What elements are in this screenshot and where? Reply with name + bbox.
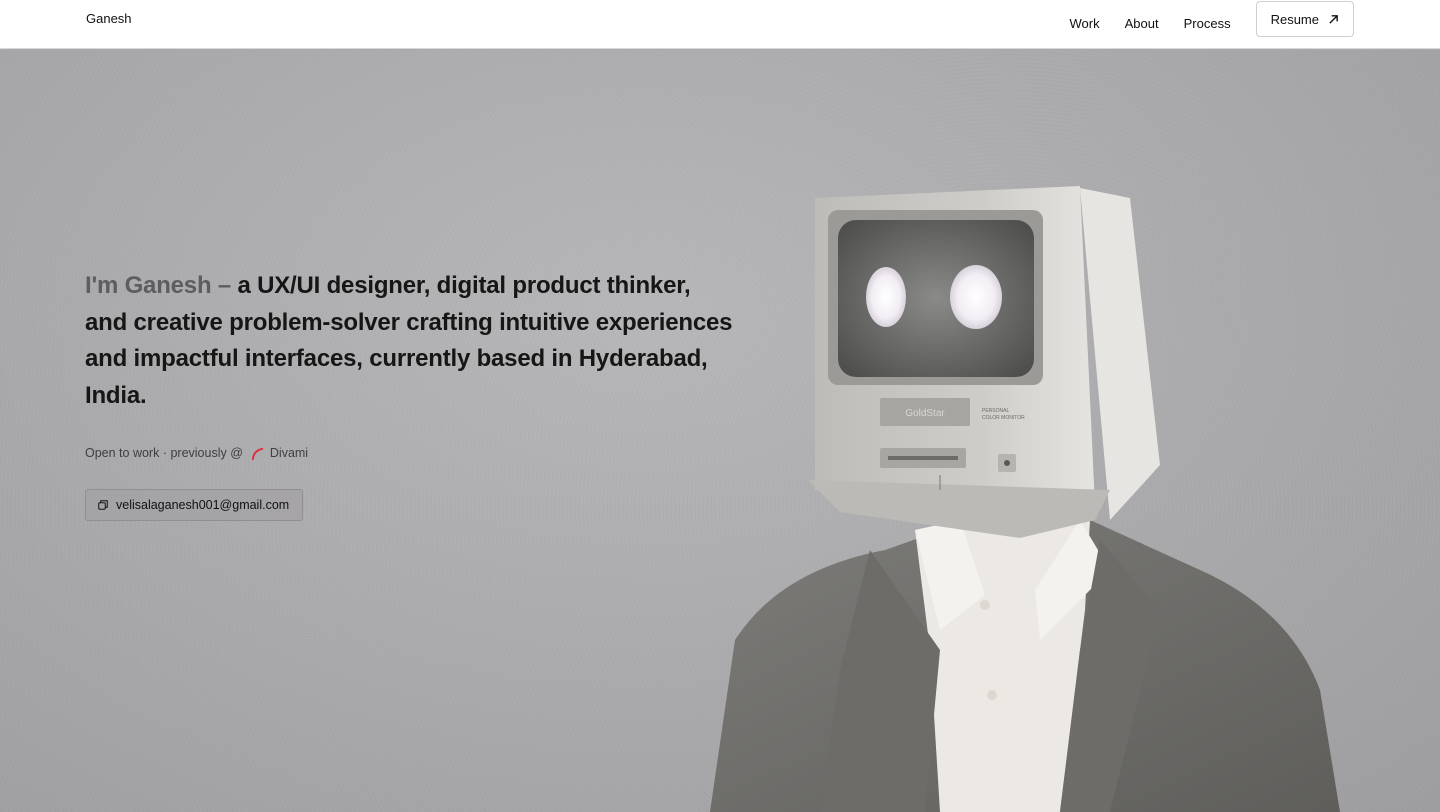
divami-logo-icon <box>251 447 263 460</box>
monitor-sublabel: PERSONAL <box>982 408 1009 414</box>
nav-link-process[interactable]: Process <box>1184 16 1231 32</box>
availability-status: Open to work · previously @ Divami <box>85 446 308 460</box>
resume-button-label: Resume <box>1270 11 1319 27</box>
status-text: Open to work · previously @ <box>85 446 243 460</box>
monitor-brand-label: GoldStar <box>905 408 945 419</box>
nav-link-work[interactable]: Work <box>1070 16 1100 32</box>
monitor-sublabel-2: COLOR MONITOR <box>982 415 1025 421</box>
copy-icon <box>98 500 108 510</box>
arrow-up-right-icon <box>1329 14 1338 24</box>
hero-headline: I'm Ganesh – a UX/UI designer, digital p… <box>85 268 735 414</box>
hero-section: GoldStar PERSONAL COLOR MONITOR I'm Gane… <box>0 50 1440 812</box>
hero-image-monitor-head-person: GoldStar PERSONAL COLOR MONITOR <box>710 186 1340 812</box>
email-address: velisalaganesh001@gmail.com <box>116 498 290 512</box>
site-header: Ganesh Work About Process Resume <box>0 0 1440 49</box>
nav-link-about[interactable]: About <box>1125 16 1159 32</box>
hero-intro: I'm Ganesh – <box>85 272 232 299</box>
resume-button[interactable]: Resume <box>1255 1 1354 37</box>
company-name[interactable]: Divami <box>270 446 308 460</box>
main-nav: Work About Process Resume <box>1070 1 1354 37</box>
brand-name[interactable]: Ganesh <box>86 11 132 26</box>
copy-email-button[interactable]: velisalaganesh001@gmail.com <box>85 489 304 521</box>
